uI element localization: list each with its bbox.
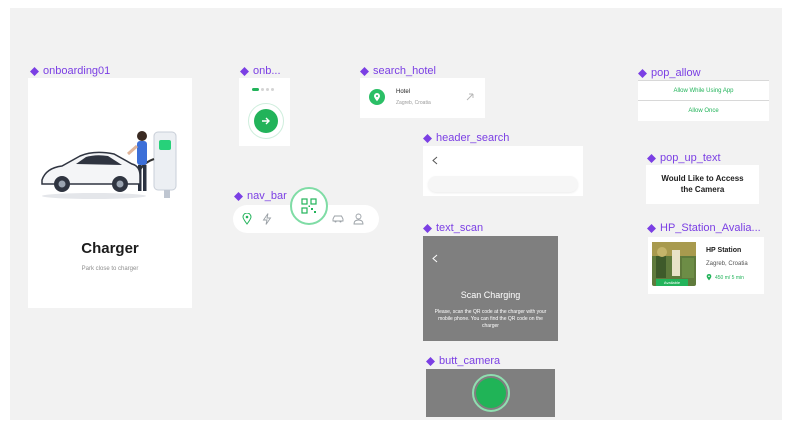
arrow-up-left-icon[interactable] — [466, 93, 474, 101]
back-chevron-icon[interactable] — [432, 254, 438, 263]
label-text: text_scan — [436, 222, 484, 234]
location-pin-icon — [706, 274, 712, 281]
next-button[interactable] — [248, 103, 284, 139]
label-text: pop_up_text — [660, 152, 721, 164]
allow-once-button[interactable]: Allow Once — [638, 101, 769, 121]
component-label-text-scan[interactable]: text_scan — [423, 222, 483, 234]
search-hotel-item[interactable]: Hotel Zagreb, Croatia — [360, 78, 485, 118]
onboarding01-frame[interactable]: Charger Park close to charger — [28, 78, 192, 308]
hp-station-card[interactable]: Available HP Station Zagreb, Croatia 450… — [648, 237, 764, 294]
location-pin-icon — [369, 89, 385, 105]
label-text: search_hotel — [373, 65, 436, 77]
label-text: butt_camera — [439, 355, 501, 367]
component-icon — [30, 66, 39, 76]
label-text: HP_Station_Avalia... — [660, 222, 761, 234]
scan-title: Scan Charging — [460, 290, 521, 300]
label-text: header_search — [436, 132, 510, 144]
component-label-search-hotel[interactable]: search_hotel — [360, 65, 436, 77]
user-icon[interactable] — [353, 213, 364, 225]
design-canvas: onboarding01 Charger Park close to charg… — [10, 8, 782, 420]
allow-while-using-button[interactable]: Allow While Using App — [638, 81, 769, 100]
station-name: HP Station — [706, 247, 742, 254]
qr-scan-button[interactable] — [290, 187, 328, 225]
scan-instructions: Please, scan the QR code at the charger … — [434, 309, 547, 329]
onboarding-subtitle: Park close to charger — [81, 266, 139, 272]
component-icon — [240, 66, 249, 76]
qr-code-icon — [301, 198, 317, 214]
component-icon — [234, 191, 243, 201]
ev-charging-illustration — [41, 131, 177, 199]
component-icon — [360, 66, 369, 76]
component-label-header-search[interactable]: header_search — [423, 132, 509, 144]
arrow-right-icon — [254, 109, 278, 133]
text-scan-frame: Scan Charging Please, scan the QR code a… — [423, 236, 558, 341]
back-chevron-icon[interactable] — [432, 156, 438, 165]
component-icon — [423, 133, 432, 143]
onb-frame[interactable] — [239, 78, 290, 146]
component-icon — [638, 68, 647, 78]
hotel-location: Zagreb, Croatia — [396, 100, 431, 106]
permission-prompt: Would Like to Access the Camera — [661, 174, 744, 194]
camera-shutter-button[interactable] — [472, 374, 510, 412]
label-text: onboarding01 — [43, 65, 111, 77]
component-label-nav-bar[interactable]: nav_bar — [234, 190, 287, 202]
label-text: pop_allow — [651, 67, 701, 79]
car-icon[interactable] — [332, 214, 344, 224]
component-icon — [647, 153, 656, 163]
butt-camera-frame — [426, 369, 555, 417]
lightning-icon[interactable] — [262, 213, 272, 225]
component-icon — [647, 223, 656, 233]
location-pin-icon[interactable] — [242, 213, 252, 225]
component-label-pop-allow[interactable]: pop_allow — [638, 67, 701, 79]
component-label-hp-station[interactable]: HP_Station_Avalia... — [647, 222, 761, 234]
component-label-onboarding01[interactable]: onboarding01 — [30, 65, 110, 77]
component-label-butt-camera[interactable]: butt_camera — [426, 355, 500, 367]
onboarding-title: Charger — [81, 240, 139, 257]
pop-up-text-frame: Would Like to Access the Camera — [646, 165, 759, 204]
shutter-core — [476, 378, 506, 408]
label-text: onb... — [253, 65, 281, 77]
hotel-name: Hotel — [396, 89, 411, 95]
component-icon — [423, 223, 432, 233]
label-text: nav_bar — [247, 190, 287, 202]
search-field[interactable] — [428, 176, 578, 192]
page-indicator — [252, 88, 274, 91]
station-location: Zagreb, Croatia — [706, 261, 748, 267]
header-search-frame — [423, 146, 583, 196]
component-icon — [426, 356, 435, 366]
component-label-pop-up-text[interactable]: pop_up_text — [647, 152, 721, 164]
available-badge: Available — [656, 279, 688, 286]
pop-allow-frame: Allow While Using App Allow Once — [638, 80, 769, 121]
component-label-onb[interactable]: onb... — [240, 65, 281, 77]
station-distance: 450 m/ 5 min — [715, 275, 744, 281]
